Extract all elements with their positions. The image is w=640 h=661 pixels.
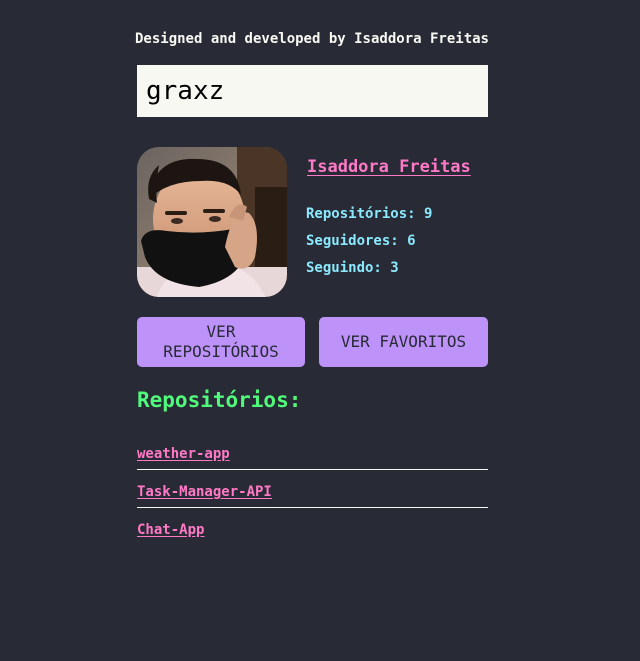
following-count: Seguindo: 3 — [306, 260, 399, 276]
credit-text: Designed and developed by Isaddora Freit… — [134, 31, 489, 47]
repository-list: weather-app Task-Manager-API Chat-App — [137, 433, 488, 547]
view-repositories-button[interactable]: VER REPOSITÓRIOS — [137, 317, 305, 367]
profile-name-link[interactable]: Isaddora Freitas — [307, 157, 471, 177]
repositories-count: Repositórios: 9 — [306, 206, 433, 222]
view-favorites-button[interactable]: VER FAVORITOS — [319, 317, 488, 367]
list-item: Task-Manager-API — [137, 471, 488, 508]
list-item: weather-app — [137, 433, 488, 470]
repository-link-task-manager-api[interactable]: Task-Manager-API — [137, 484, 272, 500]
repositories-section-title: Repositórios: — [137, 388, 302, 412]
repository-link-chat-app[interactable]: Chat-App — [137, 522, 204, 538]
avatar — [137, 147, 287, 297]
list-item: Chat-App — [137, 509, 488, 546]
username-search-input[interactable] — [137, 65, 488, 117]
followers-count: Seguidores: 6 — [306, 233, 416, 249]
repository-link-weather-app[interactable]: weather-app — [137, 446, 230, 462]
